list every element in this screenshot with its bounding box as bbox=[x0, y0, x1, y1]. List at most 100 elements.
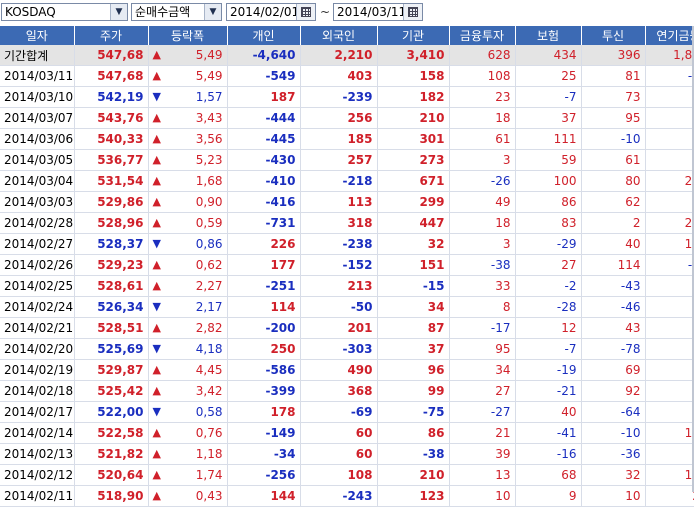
col-individual[interactable]: 개인 bbox=[227, 26, 301, 45]
foreign-cell: 185 bbox=[300, 128, 378, 150]
date-from-field[interactable]: 2014/02/01 bbox=[226, 3, 316, 21]
table-row[interactable]: 2014/03/05536,77▲ 5,23 -4302572733596177 bbox=[0, 149, 694, 171]
foreign-cell: 113 bbox=[300, 191, 378, 213]
foreign-cell: -218 bbox=[300, 170, 378, 192]
table-row[interactable]: 2014/03/11547,68▲ 5,49 -5494031581082581-7… bbox=[0, 65, 694, 87]
institution-cell: 34 bbox=[377, 296, 450, 318]
date-from-value: 2014/02/01 bbox=[230, 5, 300, 19]
table-row[interactable]: 2014/02/28528,96▲ 0,59 -73131844718832206 bbox=[0, 212, 694, 234]
price-cell: 526,34 bbox=[74, 296, 149, 318]
financial-investment-cell: 49 bbox=[449, 191, 516, 213]
foreign-cell: 490 bbox=[300, 359, 378, 381]
calendar-icon[interactable] bbox=[296, 4, 315, 20]
financial-investment-cell: 3 bbox=[449, 233, 516, 255]
financial-investment-cell: 23 bbox=[449, 86, 516, 108]
price-cell: 525,69 bbox=[74, 338, 149, 360]
institution-cell: 671 bbox=[377, 170, 450, 192]
col-price[interactable]: 주가 bbox=[74, 26, 149, 45]
table-row[interactable]: 2014/02/14522,58▲ 0,76 -149608621-41-10151 bbox=[0, 422, 694, 444]
chevron-down-icon[interactable]: ▼ bbox=[204, 4, 221, 20]
date-to-field[interactable]: 2014/03/11 bbox=[333, 3, 423, 21]
insurance-cell: 434 bbox=[515, 45, 582, 66]
table-row[interactable]: 2014/02/24526,34▼ 2,17 114-50348-28-4699 bbox=[0, 296, 694, 318]
col-change[interactable]: 등락폭 bbox=[148, 26, 228, 45]
pension-cell: 135 bbox=[645, 464, 694, 486]
change-cell: ▲ 0,90 bbox=[148, 191, 228, 213]
pension-cell: -79 bbox=[645, 65, 694, 87]
investor-trading-table: 일자 주가 등락폭 개인 외국인 기관 금융투자 보험 투신 연기금등 기간합계… bbox=[0, 26, 694, 507]
up-triangle-icon: ▲ bbox=[152, 468, 161, 481]
table-row[interactable]: 2014/03/07543,76▲ 3,43 -44425621018379538 bbox=[0, 107, 694, 129]
price-cell: 518,90 bbox=[74, 485, 149, 507]
col-financial-investment[interactable]: 금융투자 bbox=[449, 26, 516, 45]
total-row[interactable]: 기간합계 547,68 ▲ 5,49 -4,640 2,210 3,410 628 434 396… bbox=[0, 45, 694, 66]
financial-investment-cell: 18 bbox=[449, 107, 516, 129]
institution-cell: -15 bbox=[377, 275, 450, 297]
table-row[interactable]: 2014/02/18525,42▲ 3,42 -3993689927-219276 bbox=[0, 380, 694, 402]
insurance-cell: 40 bbox=[515, 401, 582, 423]
table-row[interactable]: 2014/02/27528,37▼ 0,86 226-238323-2940131 bbox=[0, 233, 694, 255]
foreign-cell: 60 bbox=[300, 422, 378, 444]
chevron-down-icon[interactable]: ▼ bbox=[110, 4, 127, 20]
individual-cell: -549 bbox=[227, 65, 301, 87]
change-cell: ▼ 0,86 bbox=[148, 233, 228, 255]
financial-investment-cell: 39 bbox=[449, 443, 516, 465]
change-cell: ▼ 1,57 bbox=[148, 86, 228, 108]
foreign-cell: 256 bbox=[300, 107, 378, 129]
table-row[interactable]: 2014/02/17522,00▼ 0,58 178-69-75-2740-6429 bbox=[0, 401, 694, 423]
col-insurance[interactable]: 보험 bbox=[515, 26, 582, 45]
col-investment-trust[interactable]: 투신 bbox=[581, 26, 646, 45]
institution-cell: 151 bbox=[377, 254, 450, 276]
metric-select[interactable]: 순매수금액 ▼ bbox=[131, 3, 222, 21]
col-institution[interactable]: 기관 bbox=[377, 26, 450, 45]
insurance-cell: 100 bbox=[515, 170, 582, 192]
price-cell: 520,64 bbox=[74, 464, 149, 486]
insurance-cell: 12 bbox=[515, 317, 582, 339]
col-pension[interactable]: 연기금등 bbox=[645, 26, 694, 45]
table-row[interactable]: 2014/03/03529,86▲ 0,90 -41611329949866261 bbox=[0, 191, 694, 213]
price-cell: 536,77 bbox=[74, 149, 149, 171]
pension-cell: 38 bbox=[645, 107, 694, 129]
col-foreign[interactable]: 외국인 bbox=[300, 26, 378, 45]
table-row[interactable]: 2014/02/13521,82▲ 1,18 -3460-3839-16-3680 bbox=[0, 443, 694, 465]
table-row[interactable]: 2014/03/10542,19▼ 1,57 187-23918223-773-4 bbox=[0, 86, 694, 108]
change-cell: ▲ 4,45 bbox=[148, 359, 228, 381]
metric-select-value: 순매수금액 bbox=[135, 5, 191, 19]
investment-trust-cell: 80 bbox=[581, 170, 646, 192]
table-row[interactable]: 2014/02/12520,64▲ 1,74 -256108210136832135 bbox=[0, 464, 694, 486]
change-cell: ▲ 2,82 bbox=[148, 317, 228, 339]
pension-cell: 80 bbox=[645, 443, 694, 465]
table-row[interactable]: 2014/02/11518,90▲0,43144-2431231091027 bbox=[0, 485, 694, 507]
table-row[interactable]: 2014/02/21528,51▲ 2,82 -20020187-17124399 bbox=[0, 317, 694, 339]
date-cell: 2014/02/14 bbox=[0, 422, 75, 444]
institution-cell: -38 bbox=[377, 443, 450, 465]
price-cell: 522,58 bbox=[74, 422, 149, 444]
price-cell: 521,82 bbox=[74, 443, 149, 465]
table-row[interactable]: 2014/02/19529,87▲ 4,45 -5864909634-196974 bbox=[0, 359, 694, 381]
individual-cell: 250 bbox=[227, 338, 301, 360]
table-row[interactable]: 2014/02/20525,69▼ 4,18 250-3033795-7-7859 bbox=[0, 338, 694, 360]
date-cell: 2014/03/10 bbox=[0, 86, 75, 108]
insurance-cell: 25 bbox=[515, 65, 582, 87]
market-select[interactable]: KOSDAQ ▼ bbox=[1, 3, 128, 21]
change-cell: ▲ 3,43 bbox=[148, 107, 228, 129]
up-triangle-icon: ▲ bbox=[152, 279, 161, 292]
table-row[interactable]: 2014/02/25528,61▲ 2,27 -251213-1533-2-4375 bbox=[0, 275, 694, 297]
table-row[interactable]: 2014/03/06540,33▲ 3,56 -44518530161111-108… bbox=[0, 128, 694, 150]
insurance-cell: -21 bbox=[515, 380, 582, 402]
calendar-icon[interactable] bbox=[403, 4, 422, 20]
price-cell: 531,54 bbox=[74, 170, 149, 192]
institution-cell: 87 bbox=[377, 317, 450, 339]
table-row[interactable]: 2014/02/26 529,23 ▲ 0,62 177 -152 151 -38 27 114-… bbox=[0, 254, 694, 276]
financial-investment-cell: -26 bbox=[449, 170, 516, 192]
date-cell: 2014/02/25 bbox=[0, 275, 75, 297]
col-date[interactable]: 일자 bbox=[0, 26, 75, 45]
change-value: 1,57 bbox=[195, 90, 223, 104]
date-to-value: 2014/03/11 bbox=[337, 5, 407, 19]
institution-cell: 301 bbox=[377, 128, 450, 150]
financial-investment-cell: 108 bbox=[449, 65, 516, 87]
individual-cell: -586 bbox=[227, 359, 301, 381]
table-row[interactable]: 2014/03/04 531,54 ▲ 1,68 -410 -218 671 -26 100 80… bbox=[0, 170, 694, 192]
date-cell: 2014/03/05 bbox=[0, 149, 75, 171]
change-value: 5,49 bbox=[195, 48, 223, 62]
